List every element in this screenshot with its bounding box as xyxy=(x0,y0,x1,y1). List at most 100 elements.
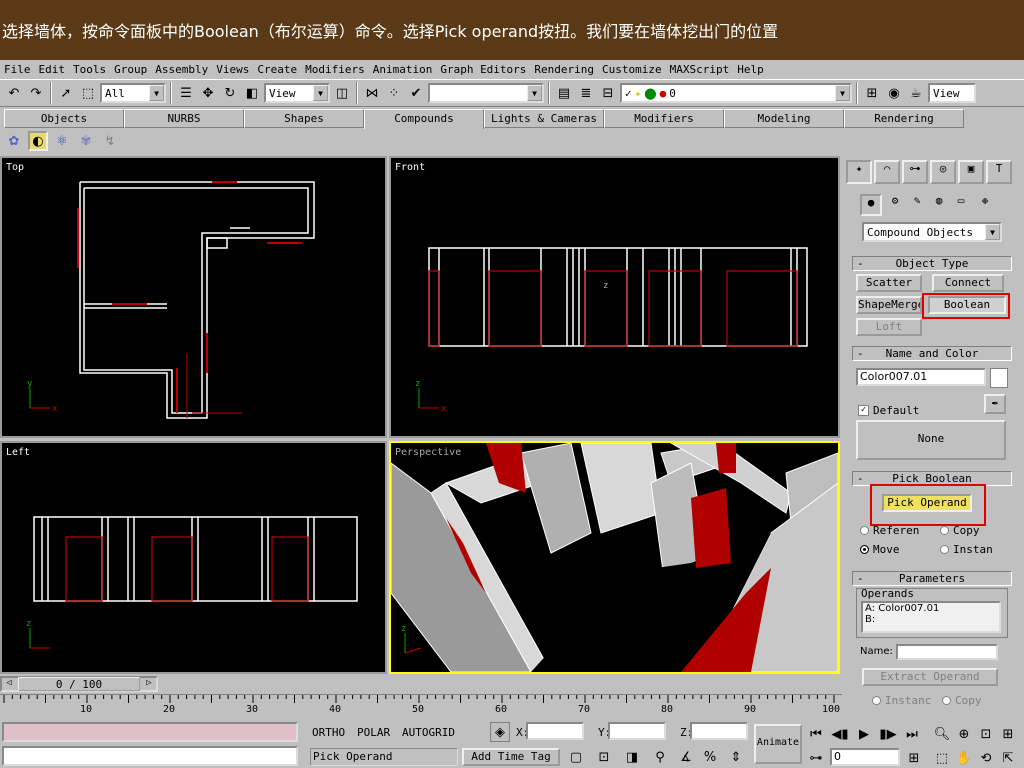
zoom-all-icon[interactable]: ⊕ xyxy=(954,724,974,744)
selection-filter-dropdown[interactable]: All ▼ xyxy=(100,83,166,103)
animate-button[interactable]: Animate xyxy=(754,724,802,764)
pan-icon[interactable]: ✋ xyxy=(954,748,974,768)
tab-lights-cameras[interactable]: Lights & Cameras xyxy=(484,109,604,128)
render-scene-icon[interactable]: ☕ xyxy=(906,83,926,103)
named-selection-dropdown[interactable]: ▼ xyxy=(428,83,544,103)
z-coord-field[interactable] xyxy=(690,722,748,740)
scale-icon[interactable]: ◧ xyxy=(242,83,262,103)
tab-rendering[interactable]: Rendering xyxy=(844,109,964,128)
shapemerge-button[interactable]: ShapeMerge xyxy=(856,296,922,314)
material-editor-icon[interactable]: ◉ xyxy=(884,83,904,103)
create-tab-icon[interactable]: ✦ xyxy=(846,160,872,184)
extract-instance-radio[interactable]: Instanc xyxy=(872,694,931,707)
lights-icon[interactable]: ✎ xyxy=(906,194,928,216)
object-type-rollout-header[interactable]: - Object Type xyxy=(852,256,1012,271)
reference-radio[interactable]: Referen xyxy=(860,524,919,537)
x-coord-field[interactable] xyxy=(526,722,584,740)
helpers-icon[interactable]: ▭ xyxy=(950,194,972,216)
degradation-icon[interactable]: ⊡ xyxy=(594,747,614,767)
rotate-icon[interactable]: ↻ xyxy=(220,83,240,103)
scatter-icon[interactable]: ⚛ xyxy=(52,131,72,151)
time-slider-frame[interactable]: 0 / 100 xyxy=(18,677,140,691)
copy-radio[interactable]: Copy xyxy=(940,524,980,537)
modify-tab-icon[interactable]: ⌒ xyxy=(874,160,900,184)
connect-button[interactable]: Connect xyxy=(932,274,1004,292)
align-icon[interactable]: ✔ xyxy=(406,83,426,103)
viewport-perspective[interactable]: Perspective z xyxy=(389,441,840,674)
goto-start-icon[interactable]: ⏮ xyxy=(806,724,826,744)
name-color-rollout-header[interactable]: - Name and Color xyxy=(852,346,1012,361)
maxscript-output-line[interactable] xyxy=(2,746,298,766)
schematic-view-icon[interactable]: ⊞ xyxy=(862,83,882,103)
play-icon[interactable]: ▶ xyxy=(854,724,874,744)
zoom-extents-icon[interactable]: ⊡ xyxy=(976,724,996,744)
menu-rendering[interactable]: Rendering xyxy=(534,63,594,76)
autogrid-toggle[interactable]: AUTOGRID xyxy=(402,726,455,739)
operand-name-field[interactable] xyxy=(896,644,998,660)
region-zoom-icon[interactable]: ⬚ xyxy=(932,748,952,768)
object-name-field[interactable]: Color007.01 xyxy=(856,368,986,386)
time-slider[interactable]: ◁ 0 / 100 ▷ xyxy=(0,676,158,692)
maximize-viewport-icon[interactable]: ⇱ xyxy=(998,748,1018,768)
utilities-tab-icon[interactable]: T xyxy=(986,160,1012,184)
loft-button[interactable]: Loft xyxy=(856,318,922,336)
add-time-tag-button[interactable]: Add Time Tag xyxy=(462,748,560,766)
tab-objects[interactable]: Objects xyxy=(4,109,124,128)
layer-dropdown[interactable]: ✓ ✦ ⬤ ● 0 ▼ xyxy=(620,83,852,103)
operand-a-item[interactable]: A: Color007.01 xyxy=(865,603,999,614)
menu-modifiers[interactable]: Modifiers xyxy=(305,63,365,76)
chevron-left-icon[interactable]: ◁ xyxy=(2,678,16,690)
menu-tools[interactable]: Tools xyxy=(73,63,106,76)
lock-selection-icon[interactable]: ◈ xyxy=(490,722,510,742)
render-type-dropdown[interactable]: View xyxy=(928,83,976,103)
maxscript-listener-line[interactable] xyxy=(2,722,298,742)
goto-end-icon[interactable]: ⏭ xyxy=(902,724,922,744)
parameters-rollout-header[interactable]: - Parameters xyxy=(852,571,1012,586)
move-icon[interactable]: ✥ xyxy=(198,83,218,103)
ref-coord-dropdown[interactable]: View ▼ xyxy=(264,83,330,103)
pivot-icon[interactable]: ◫ xyxy=(332,83,352,103)
operands-list[interactable]: A: Color007.01 B: xyxy=(861,601,1001,633)
menu-help[interactable]: Help xyxy=(737,63,764,76)
viewport-top[interactable]: Top y x xyxy=(0,156,387,438)
zoom-icon[interactable]: 🔍︎ xyxy=(932,724,952,744)
layers-icon[interactable]: ≣ xyxy=(576,83,596,103)
hierarchy-tab-icon[interactable]: ⊶ xyxy=(902,160,928,184)
menu-views[interactable]: Views xyxy=(216,63,249,76)
region-select-icon[interactable]: ⬚ xyxy=(78,83,98,103)
arc-rotate-icon[interactable]: ⟲ xyxy=(976,748,996,768)
menu-create[interactable]: Create xyxy=(257,63,297,76)
menu-assembly[interactable]: Assembly xyxy=(155,63,208,76)
snap-3d-icon[interactable]: ◨ xyxy=(622,747,642,767)
track-view-icon[interactable]: ▤ xyxy=(554,83,574,103)
conform-icon[interactable]: ✾ xyxy=(76,131,96,151)
material-none-button[interactable]: None xyxy=(856,420,1006,460)
boolean-icon[interactable]: ◐ xyxy=(28,131,48,151)
menu-group[interactable]: Group xyxy=(114,63,147,76)
cameras-icon[interactable]: ◍ xyxy=(928,194,950,216)
current-frame-field[interactable]: 0 xyxy=(830,748,900,766)
motion-tab-icon[interactable]: ◎ xyxy=(930,160,956,184)
snap-toggle-icon[interactable]: ⚲ xyxy=(650,747,670,767)
extract-operand-button[interactable]: Extract Operand xyxy=(862,668,998,686)
angle-snap-icon[interactable]: ∡ xyxy=(676,747,696,767)
viewport-left[interactable]: Left z xyxy=(0,441,387,674)
connect-icon[interactable]: ↯ xyxy=(100,131,120,151)
scatter-button[interactable]: Scatter xyxy=(856,274,922,292)
time-config-icon[interactable]: ⊞ xyxy=(904,748,924,768)
menu-animation[interactable]: Animation xyxy=(373,63,433,76)
mirror-icon[interactable]: ⋈ xyxy=(362,83,382,103)
instance-radio[interactable]: Instan xyxy=(940,543,993,556)
tab-shapes[interactable]: Shapes xyxy=(244,109,364,128)
tab-nurbs[interactable]: NURBS xyxy=(124,109,244,128)
geometry-icon[interactable]: ● xyxy=(860,194,882,216)
layer-manager-icon[interactable]: ⊟ xyxy=(598,83,618,103)
menu-customize[interactable]: Customize xyxy=(602,63,662,76)
eyedropper-icon[interactable]: ✒ xyxy=(984,394,1006,414)
polar-toggle[interactable]: POLAR xyxy=(357,726,390,739)
tab-modifiers[interactable]: Modifiers xyxy=(604,109,724,128)
select-by-name-icon[interactable]: ☰ xyxy=(176,83,196,103)
display-tab-icon[interactable]: ▣ xyxy=(958,160,984,184)
object-color-swatch[interactable] xyxy=(990,368,1008,388)
shapes-icon[interactable]: ⚙ xyxy=(884,194,906,216)
